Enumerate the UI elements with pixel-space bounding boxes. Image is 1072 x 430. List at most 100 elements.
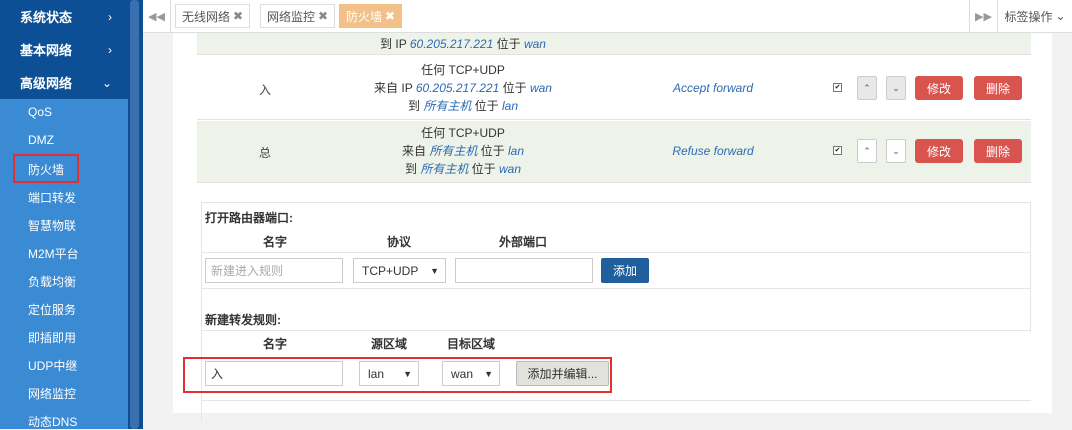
sidebar-item-ddns[interactable]: 动态DNS bbox=[28, 413, 77, 430]
desc-src: 60.205.217.221 bbox=[415, 81, 500, 95]
divider bbox=[201, 400, 1031, 401]
column-header-dest-zone: 目标区域 bbox=[447, 337, 496, 351]
desc-prefix: 到 bbox=[407, 99, 424, 113]
move-up-button[interactable]: ⌃ bbox=[857, 139, 877, 163]
divider bbox=[201, 330, 1031, 331]
sidebar-item-qos[interactable]: QoS bbox=[28, 105, 52, 119]
desc-zone: lan bbox=[508, 144, 525, 158]
desc-line1: 任何 TCP+UDP bbox=[421, 63, 505, 77]
column-header-external-port: 外部端口 bbox=[499, 235, 548, 249]
open-port-name-input[interactable]: 新建进入规则 bbox=[205, 258, 343, 283]
tab-label: 无线网络 bbox=[182, 9, 231, 24]
sidebar-item-udp-relay[interactable]: UDP中继 bbox=[28, 357, 77, 374]
rule-row-partial: 到 IP 60.205.217.221 位于 wan bbox=[197, 33, 1031, 55]
desc-zone: wan bbox=[523, 37, 546, 51]
sidebar-section-label: 基本网络 bbox=[20, 43, 73, 58]
sidebar-item-dmz[interactable]: DMZ bbox=[28, 133, 54, 147]
desc-line2: 来自 IP 60.205.217.221 位于 wan bbox=[333, 79, 593, 97]
rule-enabled-checkbox[interactable]: ✔ bbox=[833, 83, 842, 92]
desc-zone: lan bbox=[502, 99, 519, 113]
tab-label: 网络监控 bbox=[267, 9, 316, 24]
desc-at: 位于 bbox=[499, 81, 530, 95]
close-icon[interactable]: ✖ bbox=[385, 9, 395, 23]
divider bbox=[1030, 202, 1031, 332]
desc-prefix: 到 bbox=[404, 162, 421, 176]
sidebar-section-label: 高级网络 bbox=[20, 76, 73, 91]
chevron-down-icon: ⌄ bbox=[101, 75, 112, 90]
sidebar-section-system-status[interactable]: 系统状态 › bbox=[0, 0, 128, 33]
desc-line1: 任何 TCP+UDP bbox=[421, 126, 505, 140]
divider bbox=[201, 202, 1031, 203]
delete-button[interactable]: 删除 bbox=[974, 139, 1022, 163]
sidebar-item-smart-iot[interactable]: 智慧物联 bbox=[28, 217, 76, 234]
tab-scroll-right-button[interactable]: ▶▶ bbox=[969, 0, 997, 32]
edit-button[interactable]: 修改 bbox=[915, 76, 963, 100]
scrollbar-thumb[interactable] bbox=[130, 0, 139, 429]
caret-down-icon: ▼ bbox=[430, 265, 439, 276]
rule-action: Accept forward bbox=[672, 81, 754, 95]
desc-zone: wan bbox=[529, 81, 552, 95]
desc-at: 位于 bbox=[468, 162, 499, 176]
divider bbox=[201, 288, 1031, 289]
desc-prefix: 来自 bbox=[401, 144, 430, 158]
rule-description: 任何 TCP+UDP 来自 IP 60.205.217.221 位于 wan 到… bbox=[333, 61, 593, 115]
close-icon[interactable]: ✖ bbox=[318, 9, 328, 23]
move-down-button[interactable]: ⌄ bbox=[886, 76, 906, 100]
page-scrollbar[interactable] bbox=[1052, 33, 1072, 429]
sidebar-item-plug-and-play[interactable]: 即插即用 bbox=[28, 329, 76, 346]
tab-operations-dropdown[interactable]: 标签操作 ⌄ bbox=[997, 0, 1072, 32]
add-button[interactable]: 添加 bbox=[601, 258, 649, 283]
tab-wireless[interactable]: 无线网络 ✖ bbox=[175, 4, 251, 28]
sidebar-item-port-forward[interactable]: 端口转发 bbox=[28, 189, 76, 206]
rule-row: 总 任何 TCP+UDP 来自 所有主机 位于 lan 到 所有主机 位于 wa… bbox=[197, 121, 1031, 183]
column-header-protocol: 协议 bbox=[387, 235, 412, 249]
sidebar-item-m2m-platform[interactable]: M2M平台 bbox=[28, 245, 79, 262]
rule-direction: 入 bbox=[258, 83, 271, 97]
rule-description: 任何 TCP+UDP 来自 所有主机 位于 lan 到 所有主机 位于 wan bbox=[333, 124, 593, 178]
rule-description: 到 IP 60.205.217.221 位于 wan bbox=[333, 35, 593, 53]
rule-enabled-checkbox[interactable]: ✔ bbox=[833, 146, 842, 155]
chevron-up-icon: ⌃ bbox=[863, 145, 871, 156]
desc-ip: 60.205.217.221 bbox=[409, 37, 494, 51]
sidebar-item-load-balance[interactable]: 负载均衡 bbox=[28, 273, 76, 290]
sidebar-scrollbar[interactable] bbox=[128, 0, 143, 429]
move-down-button[interactable]: ⌄ bbox=[886, 139, 906, 163]
tab-network-monitor[interactable]: 网络监控 ✖ bbox=[260, 4, 336, 28]
desc-at: 位于 bbox=[471, 99, 502, 113]
tab-scroll-left-button[interactable]: ◀◀ bbox=[143, 0, 171, 32]
edit-button[interactable]: 修改 bbox=[915, 139, 963, 163]
desc-line3: 到 所有主机 位于 wan bbox=[333, 160, 593, 178]
firewall-highlight-box bbox=[13, 154, 79, 183]
desc-src: 所有主机 bbox=[429, 144, 478, 158]
sidebar-section-basic-network[interactable]: 基本网络 › bbox=[0, 33, 128, 66]
desc-at: 位于 bbox=[477, 144, 508, 158]
desc-at: 位于 bbox=[493, 37, 524, 51]
sidebar-section-advanced-network[interactable]: 高级网络 ⌄ bbox=[0, 66, 128, 99]
desc-dst: 所有主机 bbox=[423, 99, 472, 113]
external-port-input[interactable] bbox=[455, 258, 593, 283]
close-icon[interactable]: ✖ bbox=[233, 9, 243, 23]
new-forward-highlight-box bbox=[183, 357, 612, 393]
chevron-right-icon: › bbox=[108, 42, 112, 57]
desc-prefix: 到 IP bbox=[380, 37, 410, 51]
tab-firewall[interactable]: 防火墙 ✖ bbox=[339, 4, 403, 28]
move-up-button[interactable]: ⌃ bbox=[857, 76, 877, 100]
divider bbox=[201, 252, 1031, 253]
desc-line2: 来自 所有主机 位于 lan bbox=[333, 142, 593, 160]
new-forward-title: 新建转发规则: bbox=[205, 313, 281, 327]
chevron-down-icon: ⌄ bbox=[1055, 9, 1066, 23]
sidebar-item-network-monitor[interactable]: 网络监控 bbox=[28, 385, 76, 402]
sidebar-submenu: QoS DMZ 防火墙 端口转发 智慧物联 M2M平台 负载均衡 定位服务 即插… bbox=[0, 99, 128, 429]
protocol-select[interactable]: TCP+UDP ▼ bbox=[353, 258, 446, 283]
sidebar-item-location[interactable]: 定位服务 bbox=[28, 301, 76, 318]
sidebar-section-label: 系统状态 bbox=[20, 10, 73, 25]
delete-button[interactable]: 删除 bbox=[974, 76, 1022, 100]
open-port-title: 打开路由器端口: bbox=[205, 211, 293, 225]
column-header-source-zone: 源区域 bbox=[371, 337, 408, 351]
desc-prefix: 来自 IP bbox=[374, 81, 416, 95]
column-header-name: 名字 bbox=[263, 235, 288, 249]
chevron-down-icon: ⌄ bbox=[892, 82, 900, 93]
tab-ops-label: 标签操作 bbox=[1004, 9, 1053, 24]
firewall-panel: 到 IP 60.205.217.221 位于 wan 入 任何 TCP+UDP … bbox=[173, 33, 1052, 422]
desc-line3: 到 所有主机 位于 lan bbox=[333, 97, 593, 115]
